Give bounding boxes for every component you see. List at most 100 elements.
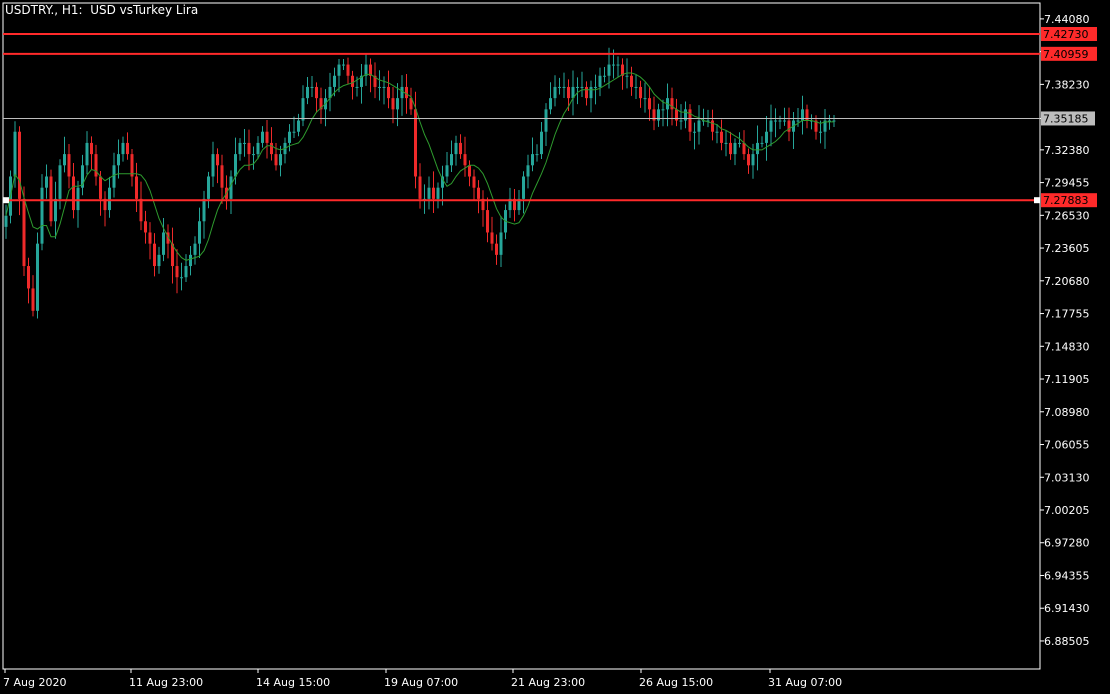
- candle-body: [711, 120, 714, 132]
- candle-body: [234, 154, 237, 177]
- candle-body: [45, 176, 48, 188]
- candle-body: [211, 154, 215, 177]
- candle-body: [535, 154, 539, 156]
- y-tick-label: 7.06055: [1044, 439, 1090, 452]
- candle-body: [333, 75, 336, 87]
- candle-body: [693, 131, 696, 133]
- candle-body: [522, 176, 525, 199]
- candle-body: [40, 187, 44, 244]
- y-tick-label: 7.38230: [1044, 78, 1090, 91]
- candle-body: [31, 288, 35, 311]
- candle-body: [279, 154, 282, 166]
- candle-body: [378, 86, 381, 88]
- level-price-label: 7.27883: [1043, 194, 1089, 207]
- chart-area[interactable]: USDTRY., H1: USD vsTurkey Lira 7.44080 7.…: [0, 0, 1110, 694]
- candle-body: [738, 142, 741, 144]
- candle-body: [499, 232, 503, 255]
- candle-body: [400, 86, 404, 99]
- y-tick-label: 7.26530: [1044, 209, 1090, 222]
- level-price-label: 7.40959: [1043, 48, 1089, 61]
- y-tick-label: 7.00205: [1044, 504, 1090, 517]
- candle-body: [558, 86, 561, 88]
- candle-body: [639, 86, 642, 99]
- candle-body: [630, 75, 633, 87]
- candle-body: [198, 221, 201, 244]
- candle-body: [769, 120, 773, 132]
- y-tick-label: 7.03130: [1044, 471, 1090, 484]
- candle-body: [603, 75, 606, 77]
- plot-frame: [2, 2, 1041, 670]
- y-tick-label: 7.44080: [1044, 13, 1090, 26]
- candle-body: [337, 64, 341, 76]
- candle-body: [598, 75, 602, 87]
- candle-body: [450, 154, 453, 166]
- candle-body: [126, 142, 129, 155]
- candle-body: [783, 120, 786, 122]
- candle-body: [643, 98, 647, 100]
- candle-body: [661, 109, 665, 111]
- candle-body: [391, 98, 395, 110]
- candle-body: [270, 142, 273, 155]
- candle-body: [760, 142, 764, 144]
- x-tick-label: 21 Aug 23:00: [511, 676, 585, 689]
- candle-body: [112, 165, 116, 188]
- candle-body: [49, 176, 53, 222]
- candle-body: [553, 86, 557, 99]
- candle-body: [567, 86, 570, 99]
- candle-body: [427, 187, 431, 199]
- candle-body: [594, 86, 597, 88]
- candle-body: [346, 64, 350, 76]
- candle-body: [382, 86, 386, 88]
- candle-body: [265, 131, 269, 143]
- candle-body: [13, 131, 17, 177]
- candle-body: [463, 154, 467, 166]
- y-tick-label: 6.88505: [1044, 635, 1090, 648]
- candle-body: [486, 210, 489, 233]
- candle-body: [90, 142, 93, 155]
- candle-body: [454, 142, 458, 155]
- candle-body: [288, 131, 291, 143]
- candle-body: [139, 198, 143, 222]
- candle-body: [274, 154, 278, 166]
- candle-body: [445, 165, 449, 177]
- candle-body: [459, 142, 462, 155]
- candle-body: [724, 142, 728, 144]
- candle-body: [742, 142, 746, 155]
- y-tick-label: 7.17755: [1044, 308, 1090, 321]
- candle-body: [720, 131, 723, 143]
- candle-body: [733, 142, 737, 155]
- x-tick-label: 31 Aug 07:00: [768, 676, 842, 689]
- candle-body: [148, 232, 152, 244]
- candle-body: [18, 131, 21, 199]
- candle-body: [648, 98, 651, 110]
- candle-body: [778, 120, 782, 122]
- candle-body: [765, 131, 768, 143]
- candle-body: [144, 221, 147, 233]
- candle-body: [85, 142, 89, 166]
- candle-body: [153, 243, 156, 267]
- candle-body: [715, 131, 719, 133]
- candle-body: [405, 86, 408, 99]
- candle-body: [679, 120, 683, 122]
- candle-body: [540, 131, 543, 155]
- candle-body: [157, 254, 161, 267]
- candle-body: [184, 266, 188, 278]
- y-tick-label: 6.97280: [1044, 537, 1090, 550]
- candle-body: [22, 198, 26, 267]
- candle-body: [576, 86, 579, 88]
- candle-body: [58, 165, 62, 199]
- candle-body: [193, 243, 197, 255]
- candle-body: [342, 64, 345, 66]
- level-handle-right: [1034, 197, 1040, 204]
- candle-body: [175, 266, 179, 278]
- candle-body: [562, 86, 566, 88]
- candle-body: [490, 232, 494, 244]
- candle-body: [580, 86, 584, 88]
- candle-body: [162, 232, 165, 255]
- candle-body: [306, 86, 309, 99]
- candle-body: [432, 187, 435, 199]
- candle-body: [774, 120, 777, 122]
- candle-body: [472, 176, 476, 188]
- y-tick-label: 7.20680: [1044, 275, 1090, 288]
- price-chart[interactable]: 7.440807.411557.382307.351857.323807.294…: [0, 0, 1110, 694]
